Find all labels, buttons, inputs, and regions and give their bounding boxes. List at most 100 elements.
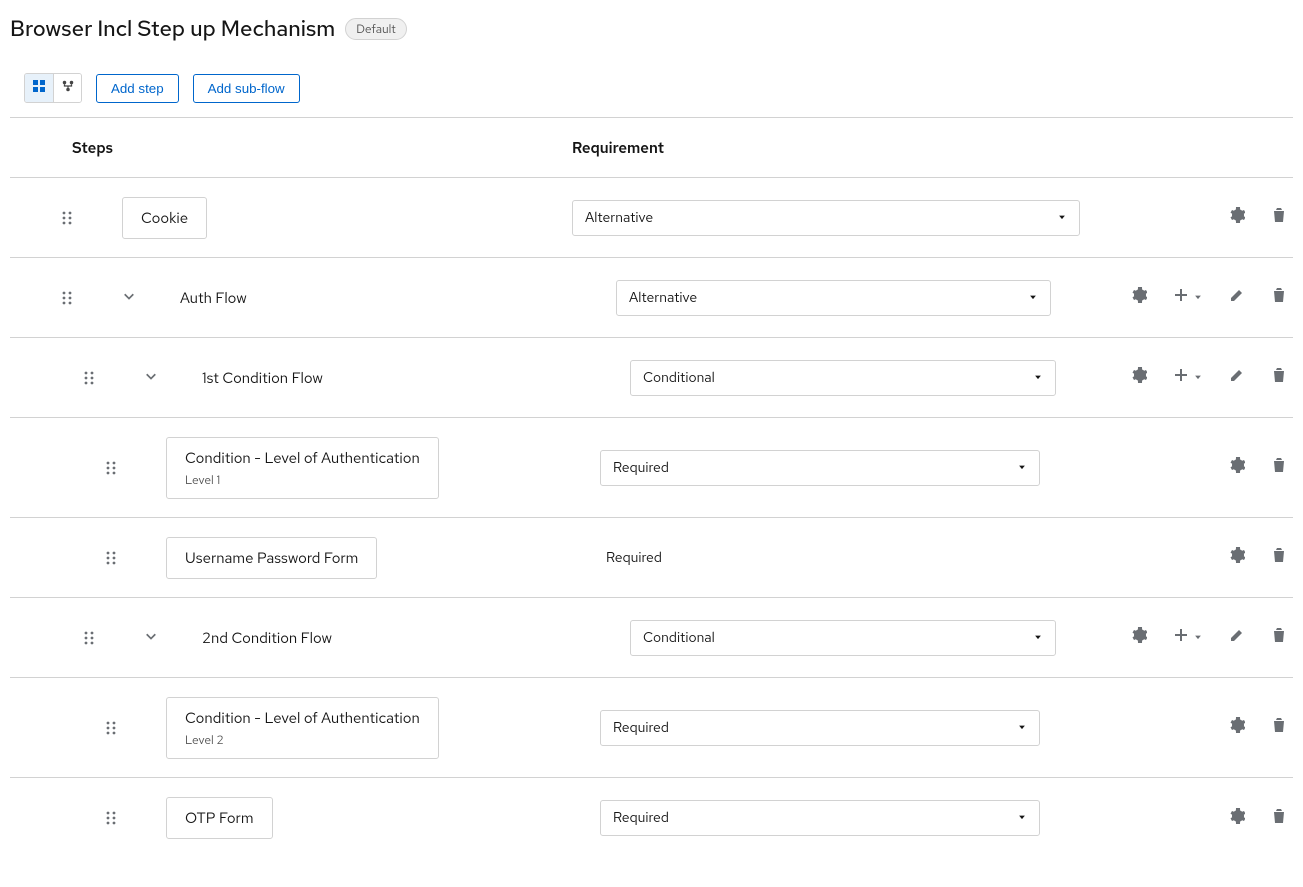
step-box: Condition - Level of Authentication Leve… — [166, 437, 439, 499]
grid-icon — [32, 79, 46, 98]
settings-button[interactable] — [1229, 457, 1245, 478]
grid-view-toggle[interactable] — [25, 74, 53, 102]
expand-toggle[interactable] — [144, 629, 158, 647]
delete-button[interactable] — [1271, 547, 1287, 568]
trash-icon — [1271, 207, 1287, 228]
settings-button[interactable] — [1229, 808, 1245, 829]
requirement-select[interactable]: Required — [600, 710, 1040, 746]
caret-down-icon — [1017, 719, 1027, 737]
col-header-steps: Steps — [10, 138, 572, 158]
settings-button[interactable] — [1229, 207, 1245, 228]
settings-button[interactable] — [1229, 547, 1245, 568]
step-row-cookie: Cookie Alternative — [10, 178, 1293, 258]
step-label: Cookie — [141, 208, 188, 228]
caret-down-icon — [1057, 209, 1067, 227]
caret-down-icon — [1017, 459, 1027, 477]
pencil-icon — [1229, 367, 1245, 388]
step-row-condition-loa-1: Condition - Level of Authentication Leve… — [10, 418, 1293, 518]
requirement-select[interactable]: Alternative — [616, 280, 1051, 316]
expand-toggle[interactable] — [144, 369, 158, 387]
requirement-select[interactable]: Conditional — [630, 620, 1056, 656]
plus-icon — [1173, 367, 1189, 388]
add-dropdown-button[interactable] — [1173, 627, 1203, 648]
delete-button[interactable] — [1271, 717, 1287, 738]
requirement-select[interactable]: Alternative — [572, 200, 1080, 236]
subflow-label: 2nd Condition Flow — [202, 628, 332, 648]
drag-handle-icon[interactable] — [60, 210, 74, 226]
toolbar: Add step Add sub-flow — [10, 67, 1293, 118]
requirement-select[interactable]: Required — [600, 450, 1040, 486]
drag-handle-icon[interactable] — [60, 290, 74, 306]
step-label: Username Password Form — [185, 548, 358, 568]
col-header-requirement: Requirement — [572, 138, 1293, 158]
trash-icon — [1271, 627, 1287, 648]
caret-down-icon — [1033, 629, 1043, 647]
gear-icon — [1229, 717, 1245, 738]
step-label: Condition - Level of Authentication — [185, 708, 420, 728]
add-subflow-button[interactable]: Add sub-flow — [193, 74, 300, 103]
drag-handle-icon[interactable] — [82, 370, 96, 386]
subflow-label: Auth Flow — [180, 288, 247, 308]
add-step-button[interactable]: Add step — [96, 74, 179, 103]
settings-button[interactable] — [1131, 367, 1147, 388]
table-header: Steps Requirement — [10, 118, 1293, 178]
delete-button[interactable] — [1271, 367, 1287, 388]
step-row-username-password: Username Password Form Required — [10, 518, 1293, 598]
requirement-value: Alternative — [585, 209, 653, 227]
gear-icon — [1229, 457, 1245, 478]
gear-icon — [1131, 287, 1147, 308]
diagram-view-toggle[interactable] — [53, 74, 81, 102]
chevron-down-icon — [145, 369, 157, 387]
step-box: Username Password Form — [166, 537, 377, 579]
add-dropdown-button[interactable] — [1173, 287, 1203, 308]
requirement-value: Required — [613, 459, 669, 477]
diagram-icon — [61, 79, 75, 98]
drag-handle-icon[interactable] — [104, 810, 118, 826]
gear-icon — [1131, 627, 1147, 648]
delete-button[interactable] — [1271, 627, 1287, 648]
step-label: Condition - Level of Authentication — [185, 448, 420, 468]
requirement-select[interactable]: Required — [600, 800, 1040, 836]
trash-icon — [1271, 457, 1287, 478]
trash-icon — [1271, 547, 1287, 568]
settings-button[interactable] — [1229, 717, 1245, 738]
drag-handle-icon[interactable] — [82, 630, 96, 646]
chevron-down-icon — [145, 629, 157, 647]
requirement-value: Alternative — [629, 289, 697, 307]
pencil-icon — [1229, 627, 1245, 648]
expand-toggle[interactable] — [122, 289, 136, 307]
requirement-value: Required — [613, 809, 669, 827]
subflow-row-auth-flow: Auth Flow Alternative — [10, 258, 1293, 338]
delete-button[interactable] — [1271, 457, 1287, 478]
drag-handle-icon[interactable] — [104, 550, 118, 566]
status-badge: Default — [345, 18, 407, 40]
caret-down-icon — [1193, 369, 1203, 387]
add-dropdown-button[interactable] — [1173, 367, 1203, 388]
edit-button[interactable] — [1229, 367, 1245, 388]
step-box: OTP Form — [166, 797, 273, 839]
trash-icon — [1271, 287, 1287, 308]
edit-button[interactable] — [1229, 287, 1245, 308]
edit-button[interactable] — [1229, 627, 1245, 648]
settings-button[interactable] — [1131, 287, 1147, 308]
step-sublabel: Level 1 — [185, 472, 420, 488]
gear-icon — [1131, 367, 1147, 388]
caret-down-icon — [1193, 629, 1203, 647]
caret-down-icon — [1017, 809, 1027, 827]
step-sublabel: Level 2 — [185, 732, 420, 748]
drag-handle-icon[interactable] — [104, 460, 118, 476]
drag-handle-icon[interactable] — [104, 720, 118, 736]
requirement-value: Required — [613, 719, 669, 737]
plus-icon — [1173, 287, 1189, 308]
step-label: OTP Form — [185, 808, 254, 828]
step-box: Condition - Level of Authentication Leve… — [166, 697, 439, 759]
delete-button[interactable] — [1271, 207, 1287, 228]
settings-button[interactable] — [1131, 627, 1147, 648]
plus-icon — [1173, 627, 1189, 648]
trash-icon — [1271, 367, 1287, 388]
gear-icon — [1229, 207, 1245, 228]
requirement-select[interactable]: Conditional — [630, 360, 1056, 396]
delete-button[interactable] — [1271, 287, 1287, 308]
gear-icon — [1229, 808, 1245, 829]
delete-button[interactable] — [1271, 808, 1287, 829]
